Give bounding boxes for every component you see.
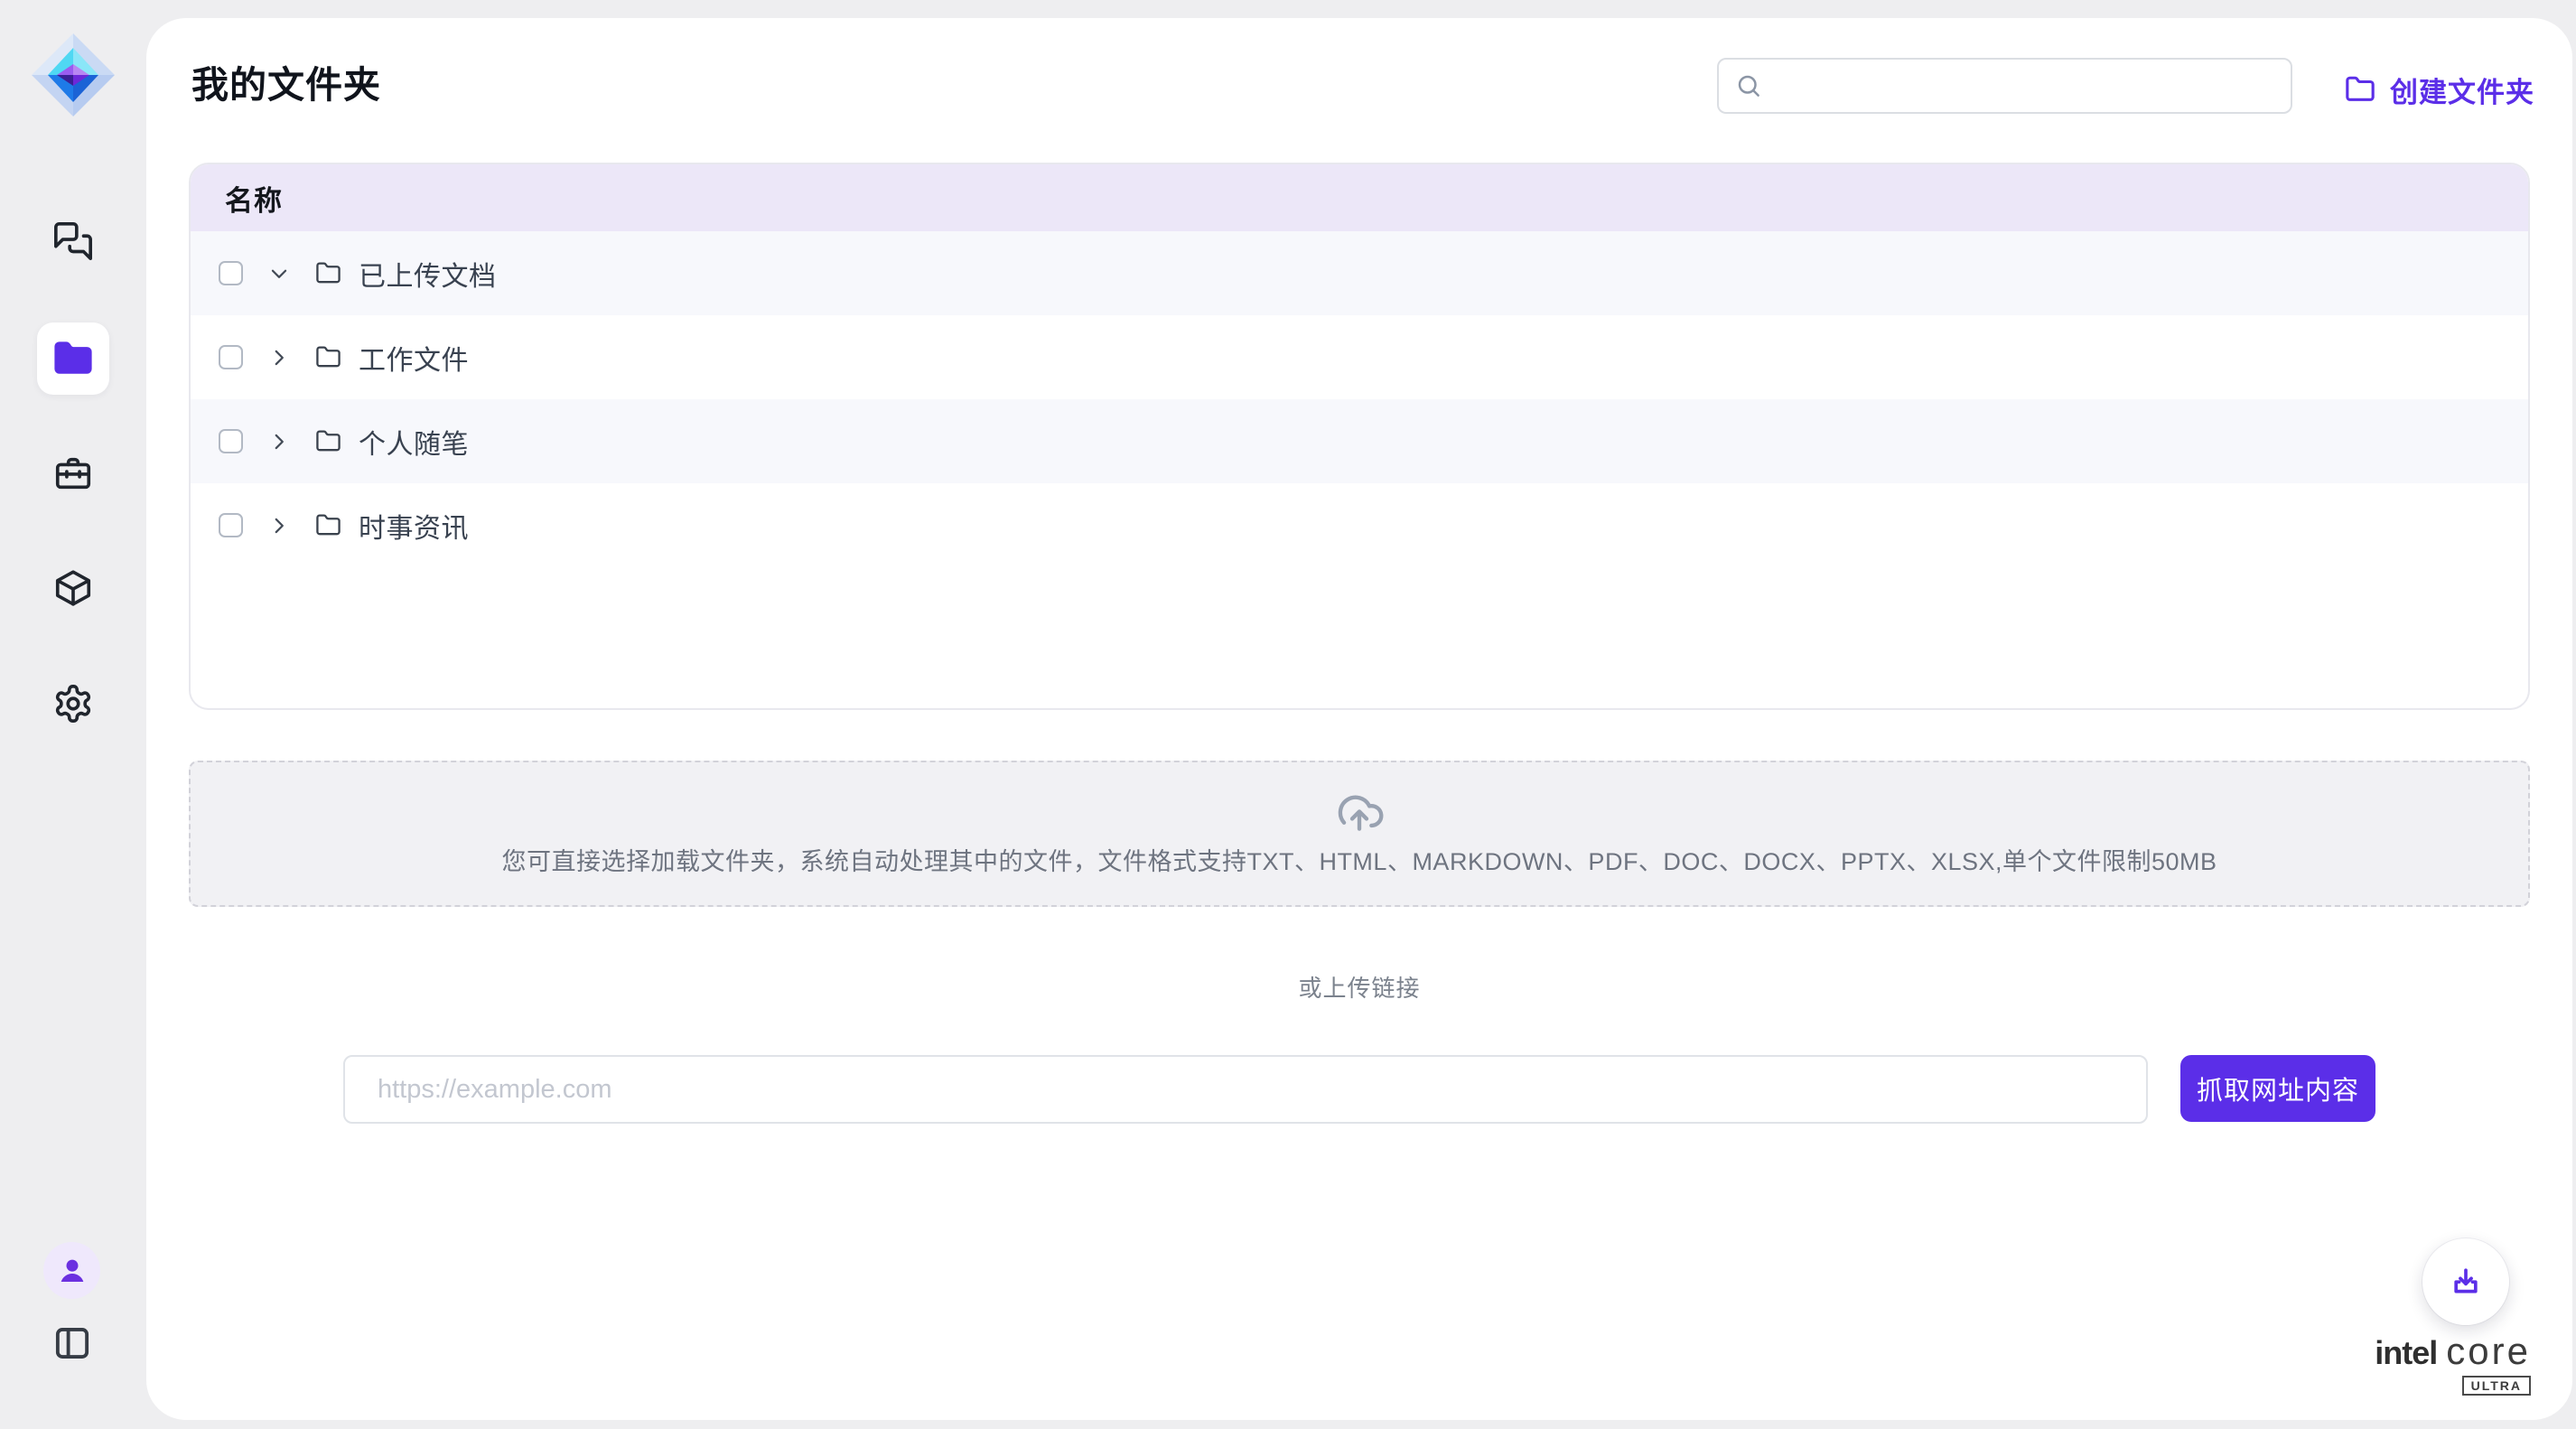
gear-icon xyxy=(52,683,94,724)
folder-plus-icon xyxy=(2345,74,2375,105)
sidebar-item-models[interactable] xyxy=(37,552,109,624)
main-panel: 我的文件夹 创建文件夹 名称 已上 xyxy=(146,18,2572,1420)
folder-name: 工作文件 xyxy=(359,338,469,378)
toolbox-icon xyxy=(52,453,94,494)
intel-core-ultra-logo: intel core ULTRA xyxy=(2375,1330,2531,1396)
table-row[interactable]: 个人随笔 xyxy=(191,399,2528,483)
download-icon xyxy=(2446,1262,2486,1302)
chevron-right-icon[interactable] xyxy=(267,430,291,453)
sidebar-item-folders[interactable] xyxy=(37,322,109,395)
sidebar-item-toolbox[interactable] xyxy=(37,437,109,509)
chevron-right-icon[interactable] xyxy=(267,346,291,369)
panel-toggle-icon xyxy=(52,1323,92,1363)
user-avatar-icon xyxy=(55,1254,89,1288)
folder-icon xyxy=(315,344,341,370)
fetch-url-button[interactable]: 抓取网址内容 xyxy=(2180,1055,2375,1122)
ultra-badge: ULTRA xyxy=(2462,1376,2531,1396)
cloud-upload-icon xyxy=(1333,784,1386,836)
folder-name: 时事资讯 xyxy=(359,506,469,546)
table-row[interactable]: 已上传文档 xyxy=(191,231,2528,315)
create-folder-button[interactable]: 创建文件夹 xyxy=(2345,70,2534,109)
user-avatar[interactable] xyxy=(43,1242,100,1299)
sidebar-collapse-button[interactable] xyxy=(52,1323,92,1363)
folder-icon xyxy=(315,428,341,454)
folder-table: 名称 已上传文档 工作文件 xyxy=(189,163,2530,710)
row-checkbox[interactable] xyxy=(219,345,243,369)
core-logo-text: core xyxy=(2446,1330,2531,1373)
folder-name: 个人随笔 xyxy=(359,422,469,462)
column-header-name: 名称 xyxy=(225,178,283,219)
cube-icon xyxy=(52,567,94,609)
chat-icon xyxy=(52,220,94,262)
sidebar xyxy=(0,0,146,1429)
url-input[interactable] xyxy=(343,1055,2148,1124)
folder-name: 已上传文档 xyxy=(359,254,497,294)
search-icon xyxy=(1735,72,1762,99)
chevron-right-icon[interactable] xyxy=(267,514,291,537)
upload-hint-text: 您可直接选择加载文件夹，系统自动处理其中的文件，文件格式支持TXT、HTML、M… xyxy=(501,842,2217,877)
intel-core-wordmark: intel core xyxy=(2375,1330,2531,1373)
app-logo xyxy=(28,30,118,120)
row-checkbox[interactable] xyxy=(219,513,243,537)
row-checkbox[interactable] xyxy=(219,261,243,285)
intel-logo-text: intel xyxy=(2375,1334,2437,1372)
page-title: 我的文件夹 xyxy=(191,63,381,107)
row-checkbox[interactable] xyxy=(219,429,243,453)
folder-icon xyxy=(315,512,341,538)
download-button[interactable] xyxy=(2422,1238,2509,1325)
upload-dropzone[interactable]: 您可直接选择加载文件夹，系统自动处理其中的文件，文件格式支持TXT、HTML、M… xyxy=(189,761,2530,907)
search-box xyxy=(1717,58,2292,114)
table-row[interactable]: 工作文件 xyxy=(191,315,2528,399)
chevron-down-icon[interactable] xyxy=(267,262,291,285)
search-input[interactable] xyxy=(1775,71,2274,100)
or-upload-link-label: 或上传链接 xyxy=(146,970,2572,1004)
folder-icon xyxy=(315,260,341,286)
sidebar-item-settings[interactable] xyxy=(37,668,109,740)
table-row[interactable]: 时事资讯 xyxy=(191,483,2528,567)
create-folder-label: 创建文件夹 xyxy=(2390,70,2534,110)
folder-icon xyxy=(52,338,94,379)
table-header: 名称 xyxy=(191,164,2528,231)
diamond-logo-icon xyxy=(28,30,118,120)
sidebar-item-chat[interactable] xyxy=(37,205,109,277)
